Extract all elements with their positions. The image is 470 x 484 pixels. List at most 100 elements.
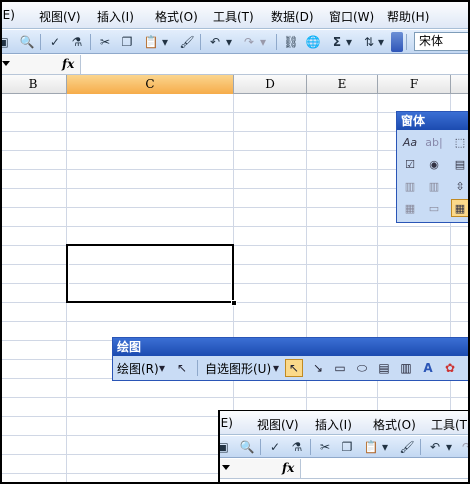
menu-window[interactable]: 窗口(W) [329,8,374,25]
menu-view[interactable]: 视图(V) [257,416,299,433]
autoshapes-menu-button[interactable]: 自选图形(U) [205,360,271,377]
paste-dropdown-icon[interactable]: ▾ [380,438,390,456]
drawing-toolbar-title[interactable]: 绘图 [113,338,469,356]
option-button-icon[interactable]: ◉ [425,155,443,173]
combo-dropdown-icon[interactable]: ▥ [425,177,443,195]
standard-toolbar: ▣ 🔍 ✓ ⚗ ✂ ❐ 📋 ▾ 🖌 ↶ ▾ ↷ ▾ ⛓ 🌐 Σ ▾ ⇅ ▾ 宋体 [0,30,470,54]
redo-dropdown-icon[interactable]: ▾ [258,33,268,51]
column-header-d[interactable]: D [234,75,307,94]
menu-tools[interactable]: 工具(T) [431,416,470,433]
diagram-icon[interactable]: ✿ [441,359,459,377]
toolbar-separator [90,34,91,50]
menu-tools[interactable]: 工具(T) [213,8,254,25]
autosum-dropdown-icon[interactable]: ▾ [344,33,354,51]
toolbar-separator [420,439,421,455]
name-box-dropdown-icon[interactable] [2,61,10,66]
copy-icon[interactable]: ❐ [118,33,136,51]
drawing-toolbar: 绘图 绘图(R) ▾ ↖ 自选图形(U) ▾ ↖ ↘ ▭ ⬭ ▤ ▥ A ✿ [112,337,470,381]
toolbar-separator [200,34,201,50]
toolbar-overflow-button[interactable] [391,32,403,52]
toggle-grid-icon[interactable]: ▦ [451,199,469,217]
undo-icon[interactable]: ↶ [426,438,444,456]
paste-icon[interactable]: 📋 [362,438,380,456]
menu-format[interactable]: 格式(O) [155,8,198,25]
combo-list-icon[interactable]: ▥ [401,177,419,195]
undo-dropdown-icon[interactable]: ▾ [444,438,454,456]
toolbar-separator [406,34,407,50]
control-properties-icon[interactable]: ▦ [401,199,419,217]
save-icon[interactable]: ▣ [220,438,232,456]
column-header-c[interactable]: C [67,75,234,94]
rectangle-tool-icon[interactable]: ▭ [331,359,349,377]
redo-icon[interactable]: ↷ [240,33,258,51]
oval-tool-icon[interactable]: ⬭ [353,359,371,377]
cut-icon[interactable]: ✂ [316,438,334,456]
cell-selection[interactable] [66,244,234,303]
format-painter-icon[interactable]: 🖌 [178,33,196,51]
autoshapes-dropdown-icon[interactable]: ▾ [271,359,281,377]
menu-format[interactable]: 格式(O) [373,416,416,433]
menu-bar: (E) 视图(V) 插入(I) 格式(O) 工具(T) 数据(D) 窗口(W) … [0,2,470,29]
menu-edit[interactable]: (E) [220,416,233,430]
drawing-controls: 绘图(R) ▾ ↖ 自选图形(U) ▾ ↖ ↘ ▭ ⬭ ▤ ▥ A ✿ [113,356,469,380]
formula-bar: fx [0,55,470,75]
menu-insert[interactable]: 插入(I) [97,8,134,25]
column-header-g[interactable] [451,75,470,94]
sort-dropdown-icon[interactable]: ▾ [376,33,386,51]
research-icon[interactable]: ⚗ [68,33,86,51]
checkbox-control-icon[interactable]: ☑ [401,155,419,173]
second-menu-bar: (E) 视图(V) 插入(I) 格式(O) 工具(T) [220,411,470,435]
spelling-icon[interactable]: ✓ [46,33,64,51]
menu-data[interactable]: 数据(D) [271,8,314,25]
menu-view[interactable]: 视图(V) [39,8,81,25]
line-tool-icon[interactable]: ↖ [285,359,303,377]
column-header-b[interactable]: B [0,75,67,94]
select-objects-icon[interactable]: ↖ [173,359,191,377]
save-icon[interactable]: ▣ [0,33,12,51]
edit-code-icon[interactable]: ▭ [425,199,443,217]
forms-controls: Aa ab| ⬚ ☑ ◉ ▤ ▥ ▥ ⇳ ▦ ▭ ▦ [397,130,469,222]
toolbar-separator [276,34,277,50]
undo-dropdown-icon[interactable]: ▾ [224,33,234,51]
scroll-bar-icon[interactable]: ⇳ [451,177,469,195]
research-icon[interactable]: ⚗ [288,438,306,456]
draw-menu-button[interactable]: 绘图(R) [117,360,159,377]
forms-toolbar-title[interactable]: 窗体 [397,112,469,130]
cut-icon[interactable]: ✂ [96,33,114,51]
label-control-icon[interactable]: Aa [401,133,419,151]
name-box-dropdown-icon[interactable] [222,465,230,470]
undo-icon[interactable]: ↶ [206,33,224,51]
menu-insert[interactable]: 插入(I) [315,416,352,433]
toolbar-separator [40,34,41,50]
copy-icon[interactable]: ❐ [338,438,356,456]
fill-handle[interactable] [231,300,237,306]
redo-icon[interactable]: ↷ [458,438,470,456]
wordart-icon[interactable]: ▥ [397,359,415,377]
column-headers: B C D E F [0,75,470,94]
formula-input[interactable] [80,55,470,74]
insert-function-button[interactable]: fx [282,461,294,475]
column-header-f[interactable]: F [378,75,451,94]
print-preview-icon[interactable]: 🔍 [238,438,256,456]
arrow-tool-icon[interactable]: ↘ [309,359,327,377]
column-header-e[interactable]: E [307,75,378,94]
font-name-box[interactable]: 宋体 [414,32,470,51]
draw-dropdown-icon[interactable]: ▾ [157,359,167,377]
spelling-icon[interactable]: ✓ [266,438,284,456]
web-icon[interactable]: 🌐 [304,33,322,51]
print-preview-icon[interactable]: 🔍 [18,33,36,51]
paste-dropdown-icon[interactable]: ▾ [160,33,170,51]
group-box-icon[interactable]: ⬚ [451,133,469,151]
wordart-a-icon[interactable]: A [419,359,437,377]
menu-help[interactable]: 帮助(H) [387,8,429,25]
hyperlink-icon[interactable]: ⛓ [282,33,300,51]
second-standard-toolbar: ▣ 🔍 ✓ ⚗ ✂ ❐ 📋 ▾ 🖌 ↶ ▾ ↷ [220,436,470,458]
edit-box-icon[interactable]: ab| [425,133,443,151]
insert-function-button[interactable]: fx [62,57,74,71]
menu-edit[interactable]: (E) [0,8,15,22]
list-box-icon[interactable]: ▤ [451,155,469,173]
paste-icon[interactable]: 📋 [142,33,160,51]
format-painter-icon[interactable]: 🖌 [398,438,416,456]
text-box-icon[interactable]: ▤ [375,359,393,377]
formula-input[interactable] [300,459,470,478]
